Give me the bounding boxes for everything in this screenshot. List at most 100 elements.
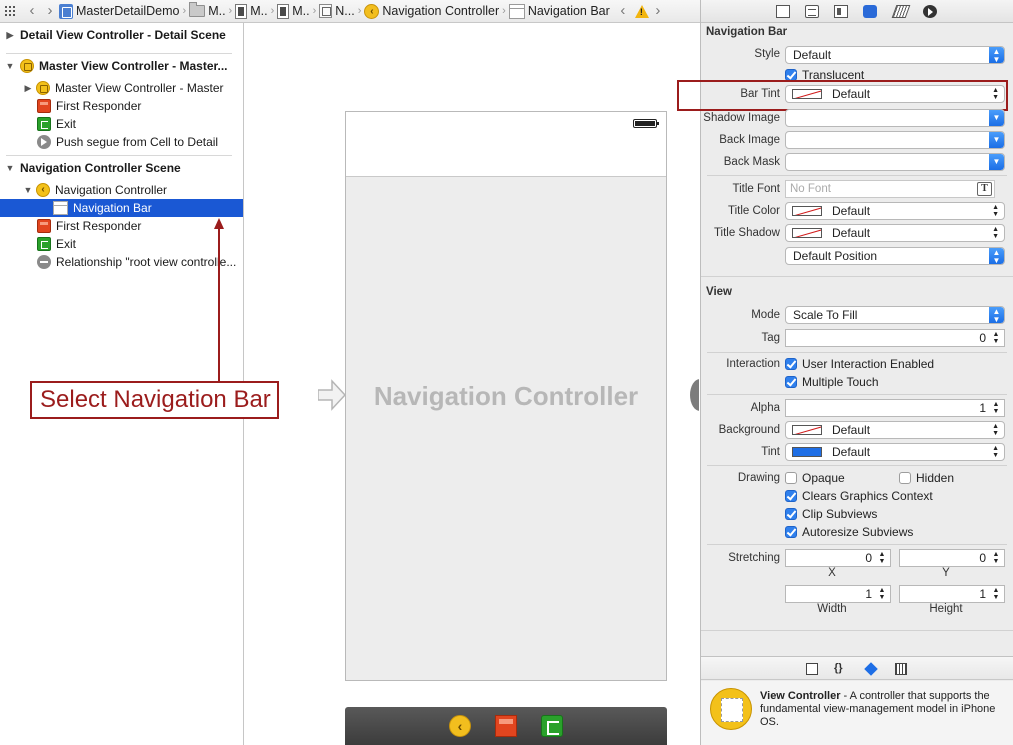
stretch-height-field[interactable]: 1 ▲ ▼ — [899, 585, 1005, 603]
warning-icon[interactable]: ! — [634, 4, 649, 18]
breadcrumb-group[interactable]: M.. — [189, 2, 226, 18]
file-inspector-icon[interactable] — [776, 5, 790, 18]
title-shadow-color-well[interactable]: Default ▲ ▼ — [785, 224, 1005, 242]
title-font-field[interactable]: No Font T — [785, 180, 995, 198]
stretch-x-field[interactable]: 0 ▲ ▼ — [785, 549, 891, 567]
style-popup[interactable]: Default ▲ ▼ — [785, 46, 1005, 64]
clears-graphics-checkbox[interactable]: Clears Graphics Context — [785, 489, 933, 503]
media-library-icon[interactable] — [895, 663, 907, 675]
user-interaction-checkbox[interactable]: User Interaction Enabled — [785, 357, 934, 371]
first-responder-icon[interactable] — [495, 715, 517, 737]
forward-arrow-icon[interactable]: › — [41, 1, 59, 21]
opaque-checkbox[interactable]: Opaque — [785, 471, 845, 485]
stepper-icon[interactable]: ▲ ▼ — [990, 331, 1002, 345]
stretch-y-field[interactable]: 0 ▲ ▼ — [899, 549, 1005, 567]
disclosure-triangle-icon[interactable]: ▶ — [22, 83, 34, 94]
back-image-combo[interactable]: ▼ — [785, 131, 1005, 149]
outline-item-navigation-controller[interactable]: ▼ ‹ Navigation Controller — [0, 181, 243, 199]
interaction-label: Interaction — [726, 358, 780, 370]
title-font-label: Title Font — [732, 183, 780, 195]
outline-item-exit[interactable]: Exit — [0, 115, 243, 133]
divider — [701, 276, 1013, 277]
popup-arrows-icon: ▲ ▼ — [989, 248, 1004, 264]
stepper-icon[interactable]: ▲ ▼ — [990, 551, 1002, 565]
connections-inspector-icon[interactable] — [923, 5, 937, 18]
identity-inspector-icon[interactable] — [834, 5, 848, 18]
segue-icon — [37, 135, 51, 149]
background-label: Background — [718, 424, 780, 436]
hidden-checkbox[interactable]: Hidden — [899, 471, 954, 485]
outline-item-navigation-bar[interactable]: Navigation Bar — [0, 199, 243, 217]
breadcrumb-navigation-bar[interactable]: Navigation Bar — [508, 3, 610, 19]
disclosure-triangle-icon[interactable]: ▼ — [4, 163, 16, 173]
mode-label: Mode — [751, 309, 780, 321]
alpha-field[interactable]: 1 ▲ ▼ — [785, 399, 1005, 417]
checkbox-checked-icon — [785, 490, 797, 502]
next-issue-icon[interactable]: › — [649, 1, 667, 21]
autoresize-subviews-checkbox[interactable]: Autoresize Subviews — [785, 525, 913, 539]
tint-color-well[interactable]: Default ▲ ▼ — [785, 443, 1005, 461]
initial-scene-arrow-icon — [318, 379, 346, 411]
project-icon — [59, 3, 73, 19]
shadow-image-combo[interactable]: ▼ — [785, 109, 1005, 127]
breadcrumb-scene[interactable]: N... — [319, 4, 355, 18]
library-item-description: View Controller - A controller that supp… — [760, 690, 996, 728]
back-mask-combo[interactable]: ▼ — [785, 153, 1005, 171]
related-items-icon[interactable] — [5, 6, 17, 16]
size-inspector-icon[interactable] — [891, 5, 911, 18]
breadcrumb-project[interactable]: MasterDetailDemo — [59, 3, 180, 19]
navigation-controller-icon[interactable]: ‹ — [449, 715, 471, 737]
outline-item-relationship[interactable]: Relationship "root view controlle... — [0, 253, 243, 271]
storyboard-canvas[interactable]: Navigation Controller ‹ — [244, 23, 699, 745]
y-label: Y — [942, 567, 950, 579]
outline-item-push-segue[interactable]: Push segue from Cell to Detail — [0, 133, 243, 151]
outline-item-master-view-controller[interactable]: ▶ Master View Controller - Master — [0, 79, 243, 97]
multiple-touch-checkbox[interactable]: Multiple Touch — [785, 375, 879, 389]
outline-item-first-responder-2[interactable]: First Responder — [0, 217, 243, 235]
stepper-icon[interactable]: ▲ ▼ — [876, 587, 888, 601]
divider — [707, 352, 1007, 353]
outline-item-first-responder[interactable]: First Responder — [0, 97, 243, 115]
navigation-controller-scene[interactable]: Navigation Controller — [345, 111, 667, 681]
outline-scene-detail[interactable]: ▶ Detail View Controller - Detail Scene — [0, 26, 243, 44]
title-color-well[interactable]: Default ▲ ▼ — [785, 202, 1005, 220]
checkbox-checked-icon — [785, 526, 797, 538]
outline-scene-navigation-controller[interactable]: ▼ Navigation Controller Scene — [0, 159, 243, 177]
stepper-icon[interactable]: ▲ ▼ — [990, 401, 1002, 415]
stretch-width-field[interactable]: 1 ▲ ▼ — [785, 585, 891, 603]
chevron-down-icon: ▼ — [989, 132, 1004, 148]
clip-subviews-checkbox[interactable]: Clip Subviews — [785, 507, 877, 521]
disclosure-triangle-icon[interactable]: ▼ — [4, 61, 16, 71]
disclosure-triangle-icon[interactable]: ▼ — [22, 185, 34, 195]
bar-tint-color-well[interactable]: Default ▲ ▼ — [785, 85, 1005, 103]
stepper-icon[interactable]: ▲ ▼ — [990, 587, 1002, 601]
popup-arrows-icon: ▲ ▼ — [992, 204, 999, 218]
navigation-bar[interactable] — [346, 112, 666, 177]
stepper-icon[interactable]: ▲ ▼ — [876, 551, 888, 565]
breadcrumb-navigation-controller[interactable]: ‹ Navigation Controller — [364, 3, 499, 19]
code-snippet-icon[interactable]: {} — [834, 663, 850, 675]
outline-item-exit-2[interactable]: Exit — [0, 235, 243, 253]
popup-arrows-icon: ▲ ▼ — [992, 423, 999, 437]
mode-popup[interactable]: Scale To Fill ▲ ▼ — [785, 306, 1005, 324]
object-library-icon[interactable] — [864, 662, 878, 676]
disclosure-triangle-icon[interactable]: ▶ — [4, 30, 16, 41]
font-picker-icon[interactable]: T — [977, 182, 992, 196]
quick-help-icon[interactable] — [805, 5, 819, 18]
exit-icon[interactable] — [541, 715, 563, 737]
outline-scene-master[interactable]: ▼ Master View Controller - Master... — [0, 57, 243, 75]
breadcrumb-storyboard-base[interactable]: M.. — [277, 3, 310, 19]
attributes-inspector-icon[interactable] — [863, 5, 877, 18]
library-item-view-controller[interactable]: View Controller - A controller that supp… — [701, 681, 1013, 745]
tag-field[interactable]: 0 ▲ ▼ — [785, 329, 1005, 347]
previous-issue-icon[interactable]: ‹ — [614, 1, 632, 21]
file-template-icon[interactable] — [806, 663, 818, 675]
background-color-well[interactable]: Default ▲ ▼ — [785, 421, 1005, 439]
back-image-label: Back Image — [719, 134, 780, 146]
back-mask-label: Back Mask — [723, 156, 780, 168]
breadcrumb-storyboard[interactable]: M.. — [235, 3, 268, 19]
back-arrow-icon[interactable]: ‹ — [23, 1, 41, 21]
checkbox-unchecked-icon — [785, 472, 797, 484]
title-shadow-label: Title Shadow — [713, 227, 780, 239]
title-shadow-position-popup[interactable]: Default Position ▲ ▼ — [785, 247, 1005, 265]
